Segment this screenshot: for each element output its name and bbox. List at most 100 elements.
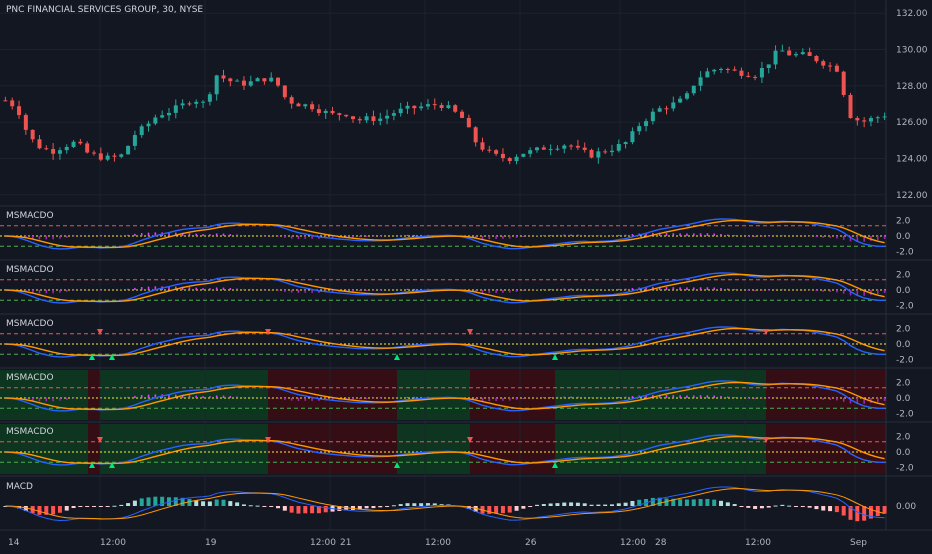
candle-body (609, 150, 614, 153)
oscillator-tick-label: 2.0 (896, 325, 911, 335)
time-axis-label: 12:00 (745, 538, 771, 548)
macd-title: MACD (6, 482, 33, 492)
oscillator-tick-label: 2.0 (896, 433, 911, 443)
trading-chart[interactable]: 132.00 130.00 128.00 126.00 124.00 122.00 2.0 0… (0, 0, 932, 550)
candle-body (425, 104, 430, 107)
candle-body (71, 141, 76, 147)
macd-histogram-bar (712, 499, 717, 506)
candle-body (337, 113, 342, 115)
pane-title-3: MSMACDO (6, 319, 54, 329)
macd-histogram-bar (371, 506, 376, 509)
candle-body (582, 147, 587, 150)
oscillator-tick-label: 0.0 (896, 232, 911, 242)
macd-histogram-bar (514, 506, 519, 511)
candle-body (296, 103, 301, 107)
chart-canvas[interactable]: 132.00 130.00 128.00 126.00 124.00 122.00 2.0 0… (0, 0, 932, 550)
candle-body (255, 78, 260, 82)
candle-body (241, 80, 246, 86)
candle-body (541, 147, 546, 150)
signal-zone (766, 370, 886, 420)
macd-histogram-bar (882, 506, 887, 514)
candle-body (828, 65, 833, 67)
candle-body (262, 78, 267, 82)
macd-histogram-bar (569, 502, 574, 506)
candle-body (616, 144, 621, 151)
candle-body (398, 108, 403, 114)
time-axis-label: 26 (525, 538, 537, 548)
candle-body (453, 105, 458, 112)
candle-body (207, 94, 212, 102)
macd-histogram-bar (241, 504, 246, 506)
macd-histogram-bar (282, 506, 287, 511)
candle-body (166, 112, 171, 116)
signal-zone (766, 424, 886, 474)
oscillator-tick-label: -2.0 (896, 247, 914, 257)
macd-histogram-bar (793, 506, 798, 507)
symbol-title: PNC FINANCIAL SERVICES GROUP, 30, NYSE (6, 5, 204, 15)
candle-body (180, 103, 185, 106)
candle-body (848, 94, 853, 119)
macd-histogram-bar (759, 506, 764, 509)
candle-body (276, 77, 281, 86)
candle-body (432, 104, 437, 106)
candle-body (603, 151, 608, 153)
macd-histogram-bar (582, 503, 587, 506)
macd-histogram-bar (828, 506, 833, 512)
candle-body (330, 110, 335, 114)
oscillator-tick-label: -2.0 (896, 409, 914, 419)
candle-body (289, 97, 294, 104)
candle-body (316, 109, 321, 114)
candle-body (44, 148, 49, 150)
candle-body (30, 129, 35, 140)
candle-body (466, 117, 471, 128)
candle-body (637, 126, 642, 132)
macd-histogram-bar (535, 504, 540, 506)
candle-body (814, 55, 819, 62)
price-tick-label: 128.00 (896, 82, 928, 92)
macd-histogram-bar (385, 506, 390, 507)
macd-histogram-bar (834, 506, 839, 513)
macd-histogram-bar (364, 506, 369, 509)
candle-body (787, 50, 792, 56)
candle-body (684, 93, 689, 99)
candle-body (528, 150, 533, 154)
macd-histogram-bar (684, 499, 689, 506)
signal-zone (397, 370, 470, 420)
macd-histogram-bar (575, 502, 580, 506)
price-tick-label: 132.00 (896, 9, 928, 19)
candle-body (371, 116, 376, 121)
signal-zone (470, 370, 555, 420)
time-axis-label: 12:00 (425, 538, 451, 548)
macd-histogram-bar (773, 505, 778, 507)
time-axis-label: 12:00 (620, 538, 646, 548)
pane-title-5: MSMACDO (6, 427, 54, 437)
macd-histogram-bar (214, 499, 219, 506)
macd-histogram-bar (780, 504, 785, 506)
macd-histogram-bar (139, 498, 144, 506)
time-axis-label: 28 (655, 538, 667, 548)
oscillator-tick-label: 2.0 (896, 379, 911, 389)
time-axis-label: 14 (8, 538, 20, 548)
candle-body (357, 119, 362, 121)
candle-body (678, 98, 683, 103)
macd-histogram-bar (398, 504, 403, 506)
candle-body (535, 147, 540, 151)
candle-body (862, 120, 867, 122)
macd-histogram-bar (616, 503, 621, 506)
candle-body (868, 118, 873, 122)
oscillator-tick-label: 0.0 (896, 340, 911, 350)
candle-body (439, 105, 444, 108)
candle-body (807, 52, 812, 56)
candle-body (248, 81, 253, 86)
candle-body (126, 145, 131, 155)
candle-body (657, 108, 662, 112)
candle-body (480, 142, 485, 150)
candle-body (112, 155, 117, 157)
macd-histogram-bar (494, 506, 499, 514)
macd-histogram-bar (378, 506, 383, 508)
macd-histogram-bar (276, 506, 281, 509)
price-tick-label: 122.00 (896, 191, 928, 201)
candle-body (303, 104, 308, 107)
candle-body (759, 67, 764, 78)
candle-body (575, 145, 580, 148)
